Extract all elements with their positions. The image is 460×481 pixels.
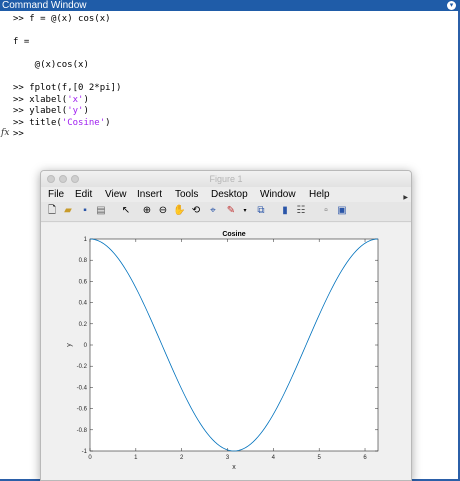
command-line: f = xyxy=(13,37,121,49)
command-code: title( xyxy=(29,117,62,128)
close-window-icon[interactable] xyxy=(47,175,55,183)
x-tick-label: 2 xyxy=(180,455,184,461)
x-tick-label: 5 xyxy=(318,455,322,461)
rotate-3d-icon[interactable]: ⟲ xyxy=(190,205,202,217)
command-window-titlebar: Command Window ▾ xyxy=(0,0,460,11)
y-axis-label: y xyxy=(66,343,73,347)
y-tick-label: 0 xyxy=(84,343,88,349)
y-tick-label: -0.8 xyxy=(77,428,88,434)
data-cursor-icon[interactable]: ⌖ xyxy=(207,205,219,217)
y-tick-label: 1 xyxy=(84,237,88,243)
command-code-tail: ) xyxy=(83,106,89,116)
command-history: >> f = @(x) cos(x) f = @(x)cos(x) >> fplot… xyxy=(13,14,121,141)
command-line: @(x)cos(x) xyxy=(13,60,121,72)
prompt: >> xyxy=(13,129,30,139)
y-tick-label: 0.8 xyxy=(79,258,88,264)
command-code: @(x)cos(x) xyxy=(13,60,89,70)
figure-canvas[interactable]: 0 1 2 3 4 5 6 -1 -0.8 -0.6 -0.4 -0.2 0 0.2 0.4 0.6 0.8 1 … xyxy=(41,223,412,481)
y-tick-label: -1 xyxy=(82,449,88,455)
axes-box xyxy=(89,238,379,452)
brush-dropdown-icon[interactable]: ▾ xyxy=(239,205,251,217)
zoom-out-icon[interactable]: ⊖ xyxy=(157,205,169,217)
figure-window[interactable]: Figure 1 File Edit View Insert Tools Des… xyxy=(40,170,412,481)
figure-toolbar: 🗋 ▰ ▪ ▤ ↖ ⊕ ⊖ ✋ ⟲ ⌖ ✎ ▾ ⧉ ▮ ☷ ▫ ▣ xyxy=(41,202,411,222)
cosine-plot[interactable]: 0 1 2 3 4 5 6-1-0.8-0.6-0.4-0.200.20.40.60.81 … xyxy=(41,223,412,481)
command-code: f = xyxy=(13,37,30,47)
hide-plot-tools-icon[interactable]: ▫ xyxy=(320,205,332,217)
command-code-tail: ) xyxy=(105,117,111,128)
zoom-window-icon[interactable] xyxy=(71,175,79,183)
command-line: >> fplot(f,[0 2*pi]) xyxy=(13,83,121,95)
x-tick-label: 0 xyxy=(88,455,92,461)
prompt: >> xyxy=(13,14,30,24)
y-tick-label: -0.6 xyxy=(77,407,88,413)
pan-hand-icon[interactable]: ✋ xyxy=(173,205,185,217)
prompt: >> xyxy=(13,117,30,128)
command-line: >> xlabel('x') xyxy=(13,95,121,107)
string-literal: 'y' xyxy=(67,106,84,116)
colorbar-icon[interactable]: ▮ xyxy=(279,205,291,217)
print-icon[interactable]: ▤ xyxy=(95,205,107,217)
menu-window[interactable]: Window xyxy=(260,187,296,202)
command-code: ylabel( xyxy=(29,106,68,116)
y-tick-label: -0.4 xyxy=(77,385,88,391)
x-tick-label: 3 xyxy=(226,455,230,461)
command-line xyxy=(13,26,121,38)
prompt: >> xyxy=(13,83,30,93)
y-tick-label: 0.6 xyxy=(79,279,88,285)
x-axis-label: x xyxy=(232,464,236,471)
command-code: f = @(x) cos(x) xyxy=(29,14,111,24)
legend-icon[interactable]: ☷ xyxy=(295,205,307,217)
x-tick-label: 1 xyxy=(134,455,138,461)
command-line: >> ylabel('y') xyxy=(13,106,121,118)
panel-actions-icon[interactable]: ▾ xyxy=(447,1,456,10)
plot-title: Cosine xyxy=(222,231,245,238)
command-line xyxy=(13,72,121,84)
open-file-icon[interactable]: ▰ xyxy=(62,205,74,217)
y-tick-label: 0.2 xyxy=(79,322,88,328)
menu-tools[interactable]: Tools xyxy=(175,187,198,202)
y-tick-label: -0.2 xyxy=(77,364,88,370)
string-literal: 'x' xyxy=(67,94,84,105)
figure-title: Figure 1 xyxy=(209,174,243,184)
command-window-title: Command Window xyxy=(2,0,87,11)
menu-view[interactable]: View xyxy=(105,187,127,202)
save-icon[interactable]: ▪ xyxy=(79,205,91,217)
command-line: >> xyxy=(13,129,121,141)
prompt: >> xyxy=(13,94,30,105)
brush-icon[interactable]: ✎ xyxy=(225,205,237,217)
edit-plot-arrow-icon[interactable]: ↖ xyxy=(120,205,132,217)
minimize-window-icon[interactable] xyxy=(59,175,67,183)
string-literal: 'Cosine' xyxy=(61,117,106,128)
command-code: xlabel( xyxy=(29,94,68,105)
x-tick-label: 4 xyxy=(272,455,276,461)
menu-help[interactable]: Help xyxy=(309,187,330,202)
menu-edit[interactable]: Edit xyxy=(75,187,92,202)
command-line xyxy=(13,49,121,61)
y-tick-label: 0.4 xyxy=(79,301,88,307)
zoom-in-icon[interactable]: ⊕ xyxy=(141,205,153,217)
menu-insert[interactable]: Insert xyxy=(137,187,162,202)
command-line: >> title('Cosine') xyxy=(13,118,121,130)
command-line: >> f = @(x) cos(x) xyxy=(13,14,121,26)
show-plot-tools-icon[interactable]: ▣ xyxy=(336,205,348,217)
menu-file[interactable]: File xyxy=(48,187,64,202)
command-code: fplot(f,[0 2*pi]) xyxy=(29,83,122,93)
new-figure-icon[interactable]: 🗋 xyxy=(46,205,58,217)
menu-desktop[interactable]: Desktop xyxy=(211,187,248,202)
figure-menubar: File Edit View Insert Tools Desktop Wind… xyxy=(41,187,411,202)
command-code-tail: ) xyxy=(83,94,89,105)
function-browser-icon[interactable]: fx xyxy=(1,128,9,138)
figure-titlebar: Figure 1 xyxy=(41,171,411,187)
link-plot-icon[interactable]: ⧉ xyxy=(255,205,267,217)
prompt: >> xyxy=(13,106,30,116)
x-tick-label: 6 xyxy=(363,455,367,461)
